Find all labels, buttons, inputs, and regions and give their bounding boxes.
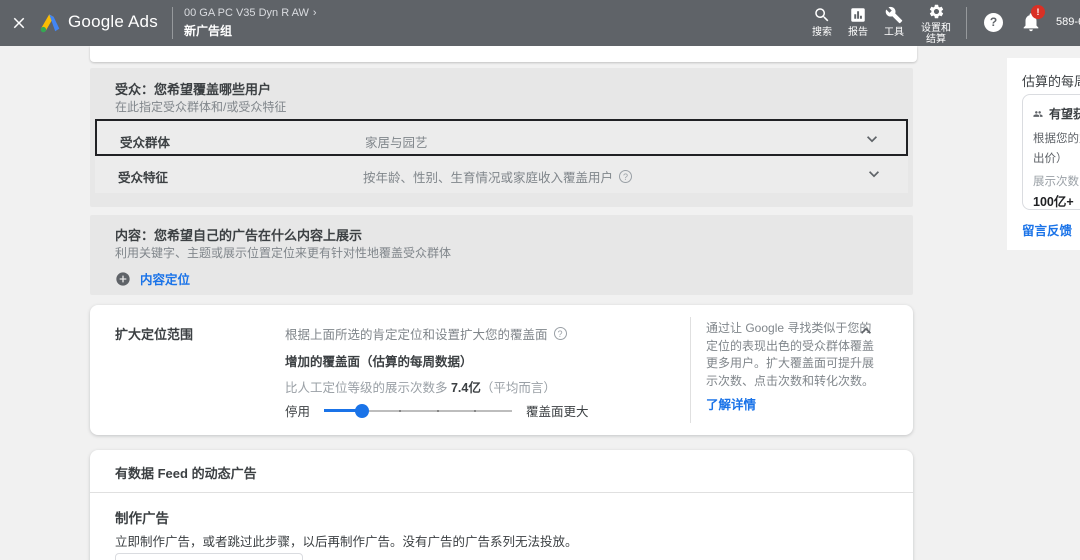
- chevron-down-icon: [869, 171, 879, 178]
- dynamic-ads-card: 有数据 Feed 的动态广告 制作广告 立即制作广告，或者跳过此步骤，以后再制作…: [90, 450, 913, 560]
- nav-tools[interactable]: 工具: [874, 6, 914, 38]
- audience-section-title: 受众：您希望覆盖哪些用户: [115, 82, 272, 97]
- expansion-description: 根据上面所选的肯定定位和设置扩大您的覆盖面: [285, 328, 548, 342]
- card-divider: [90, 492, 913, 493]
- gear-icon: [929, 4, 943, 19]
- content-targeting-link[interactable]: 内容定位: [115, 269, 190, 288]
- group-icon: [1033, 110, 1043, 117]
- content-section-subtitle: 利用关键字、主题或展示位置定位来更有针对性地覆盖受众群体: [115, 246, 452, 260]
- notification-badge: !: [1031, 5, 1045, 19]
- row-value: 按年龄、性别、生育情况或家庭收入覆盖用户: [363, 171, 614, 185]
- expansion-slider[interactable]: [324, 403, 513, 419]
- audience-segments-row[interactable]: 受众群体 家居与园艺: [95, 119, 908, 156]
- close-button[interactable]: [10, 14, 28, 32]
- estimates-desc-line2: 出价）: [1033, 153, 1068, 165]
- nav-settings-label-line2: 结算: [926, 34, 946, 45]
- estimates-card: 有望获得展示的用户数 根据您的定位条件和 出价） 展示次数 100亿+ 从上次更…: [1022, 94, 1080, 210]
- reach-stat-value: 7.4亿: [450, 381, 481, 395]
- content-targeting-label: 内容定位: [140, 273, 191, 287]
- row-value: 家居与园艺: [365, 136, 428, 150]
- campaign-name: 00 GA PC V35 Dyn R AW: [184, 7, 309, 19]
- estimates-title: 估算的每周数据: [1022, 74, 1080, 89]
- search-icon: [815, 8, 829, 22]
- estimates-card-heading: 有望获得展示的用户数: [1048, 107, 1080, 121]
- slider-left-label: 停用: [285, 405, 311, 419]
- audience-section: 受众：您希望覆盖哪些用户 在此指定受众群体和/或受众特征 受众群体 家居与园艺 …: [90, 68, 913, 207]
- help-button[interactable]: ?: [984, 13, 1003, 32]
- add-circle-icon: [116, 271, 130, 286]
- metric-value: 100亿+: [1033, 195, 1074, 209]
- nav-tools-label: 工具: [884, 27, 904, 38]
- breadcrumb[interactable]: 00 GA PC V35 Dyn R AW › 新广告组: [184, 7, 317, 39]
- topbar-divider: [966, 7, 967, 39]
- google-ads-new-ad-group-page: Google Ads 00 GA PC V35 Dyn R AW › 新广告组 搜…: [0, 0, 1080, 560]
- reach-stat: 比人工定位等级的展示次数多 7.4亿（平均而言）: [285, 377, 556, 396]
- content-section: 内容：您希望自己的广告在什么内容上展示 利用关键字、主题或展示位置定位来更有针对…: [90, 215, 913, 295]
- nav-settings-label-line1: 设置和: [921, 23, 951, 34]
- learn-more-link[interactable]: 了解详情: [706, 394, 756, 413]
- chevron-right-icon: ›: [312, 7, 317, 19]
- expansion-title: 扩大定位范围: [115, 327, 194, 342]
- chevron-up-icon[interactable]: [856, 321, 876, 341]
- row-label: 受众群体: [120, 136, 171, 150]
- dynamic-ads-header: 有数据 Feed 的动态广告: [115, 466, 257, 481]
- slider-tick: [436, 409, 439, 412]
- topbar-divider: [172, 7, 173, 39]
- card-divider: [690, 317, 691, 423]
- feedback-link[interactable]: 留言反馈: [1022, 220, 1072, 239]
- slider-thumb[interactable]: [354, 403, 369, 418]
- close-icon: [13, 17, 25, 29]
- report-icon: [851, 8, 865, 22]
- nav-search[interactable]: 搜索: [802, 6, 842, 38]
- topbar: Google Ads 00 GA PC V35 Dyn R AW › 新广告组 搜…: [0, 0, 1080, 46]
- slider-right-label: 覆盖面更大: [526, 405, 589, 419]
- nav-search-label: 搜索: [812, 27, 832, 38]
- create-ad-title: 制作广告: [115, 511, 169, 526]
- chevron-down-icon: [867, 136, 877, 143]
- create-ad-button[interactable]: [115, 553, 303, 560]
- expansion-info-column: 通过让 Google 寻找类似于您的定位的表现出色的受众群体覆盖更多用户。扩大覆…: [706, 320, 878, 414]
- nav-settings-billing[interactable]: 设置和 结算: [914, 3, 958, 45]
- question-circle-icon[interactable]: ?: [553, 327, 567, 340]
- expansion-info-text: 通过让 Google 寻找类似于您的定位的表现出色的受众群体覆盖更多用户。扩大覆…: [706, 321, 875, 388]
- previous-card-edge: [90, 46, 917, 62]
- reach-heading: 增加的覆盖面（估算的每周数据）: [285, 355, 473, 369]
- row-label: 受众特征: [118, 171, 169, 185]
- audience-section-subtitle: 在此指定受众群体和/或受众特征: [115, 100, 287, 114]
- nav-reports-label: 报告: [848, 27, 868, 38]
- help-icon: ?: [989, 15, 998, 29]
- estimates-desc-line1: 根据您的定位条件和: [1033, 133, 1080, 145]
- content-section-title: 内容：您希望自己的广告在什么内容上展示: [115, 228, 363, 243]
- question-circle-icon[interactable]: ?: [619, 170, 633, 183]
- reach-stat-suffix: （平均而言）: [480, 381, 556, 395]
- create-ad-description: 立即制作广告，或者跳过此步骤，以后再制作广告。没有广告的广告系列无法投放。: [115, 535, 578, 549]
- tools-icon: [885, 6, 903, 24]
- brand-title: Google Ads: [68, 12, 158, 31]
- nav-reports[interactable]: 报告: [838, 6, 878, 38]
- page-title: 新广告组: [184, 24, 233, 38]
- metric-label: 展示次数: [1033, 176, 1079, 188]
- google-ads-logo-icon: [40, 14, 60, 33]
- account-id[interactable]: 589-6: [1056, 16, 1080, 28]
- targeting-expansion-card: 扩大定位范围 根据上面所选的肯定定位和设置扩大您的覆盖面 ? 增加的覆盖面（估算…: [90, 305, 913, 435]
- reach-stat-prefix: 比人工定位等级的展示次数多: [285, 381, 451, 395]
- google-ads-logo[interactable]: [38, 11, 62, 35]
- slider-tick: [399, 409, 402, 412]
- demographics-row[interactable]: 受众特征 按年龄、性别、生育情况或家庭收入覆盖用户 ?: [95, 156, 908, 193]
- expansion-slider-row: 停用 覆盖面更大: [285, 401, 589, 420]
